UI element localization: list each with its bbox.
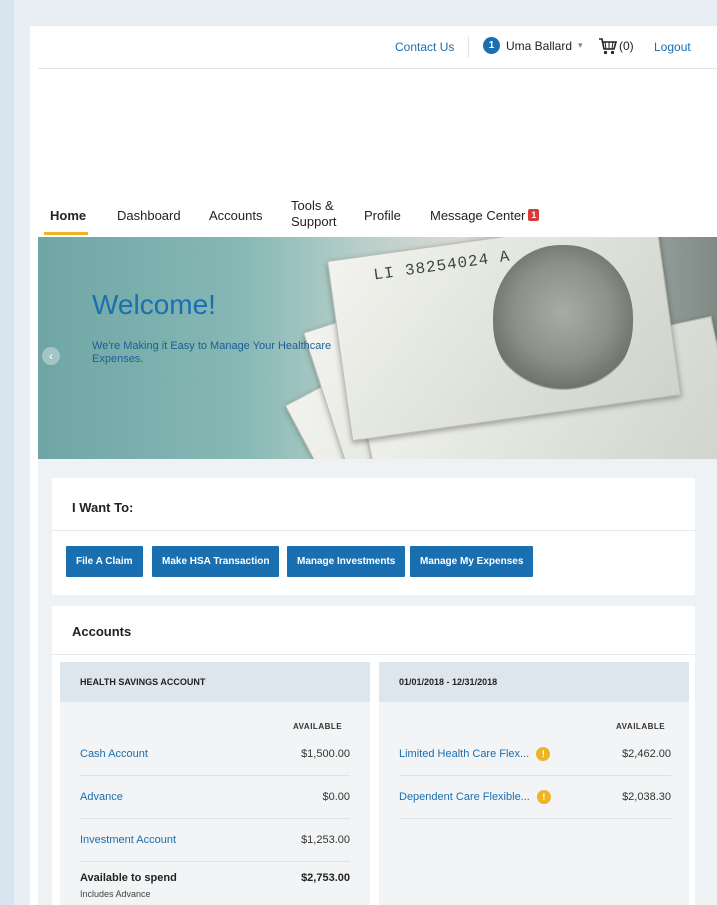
main-nav: Home Dashboard Accounts Tools & Support … [44,198,704,238]
fsa-card: 01/01/2018 - 12/31/2018 AVAILABLE Limite… [379,662,689,905]
active-tab-indicator [44,232,88,235]
tab-accounts[interactable]: Accounts [209,208,262,223]
fsa-card-header: 01/01/2018 - 12/31/2018 [379,662,689,702]
advance-link[interactable]: Advance [80,791,123,803]
account-row: Investment Account $1,253.00 [80,818,350,862]
hero-tagline: We're Making it Easy to Manage Your Heal… [92,340,332,365]
tab-support-label: Support [291,214,337,229]
account-row: Advance $0.00 [80,775,350,819]
make-hsa-transaction-button[interactable]: Make HSA Transaction [152,546,280,577]
available-to-spend-row: Available to spend $2,753.00 [80,872,350,884]
banknote-portrait [493,245,633,395]
carousel-prev-icon[interactable]: ‹ [42,347,60,365]
chevron-down-icon: ▾ [578,40,583,50]
divider [52,654,695,655]
tab-dashboard[interactable]: Dashboard [117,208,181,223]
cash-account-link[interactable]: Cash Account [80,748,148,760]
accounts-panel: Accounts HEALTH SAVINGS ACCOUNT AVAILABL… [52,606,695,905]
dependent-care-flexible-label: Dependent Care Flexible... [399,790,530,803]
hero-banner: LI 38254024 A Welcome! We're Making it E… [38,237,717,459]
panel-title: I Want To: [72,500,134,515]
investment-account-link[interactable]: Investment Account [80,834,176,846]
hero-title: Welcome! [92,289,216,320]
file-claim-button[interactable]: File A Claim [66,546,143,577]
utility-divider [468,36,469,58]
limited-health-care-flex-link[interactable]: Limited Health Care Flex... ! [399,746,551,761]
user-avatar-icon: 1 [483,37,500,54]
tab-tools-label: Tools & [291,198,334,213]
page: Contact Us 1 Uma Ballard ▾ (0) Logout Ho… [30,26,717,905]
tab-message-center-label: Message Center [430,208,526,223]
available-column-header: AVAILABLE [293,722,343,731]
hsa-card-header: HEALTH SAVINGS ACCOUNT [60,662,370,702]
user-menu[interactable]: 1 Uma Ballard ▾ [483,37,583,54]
limited-health-care-flex-amount: $2,462.00 [622,747,671,760]
contact-us-link[interactable]: Contact Us [395,40,454,54]
left-edge-bar [0,0,14,905]
investment-account-amount: $1,253.00 [301,833,350,846]
user-name: Uma Ballard [506,38,573,53]
divider [52,530,695,531]
cart-button[interactable]: (0) [598,37,634,55]
utility-bar: Contact Us 1 Uma Ballard ▾ (0) Logout [38,26,717,69]
tab-home[interactable]: Home [50,208,86,223]
manage-my-expenses-button[interactable]: Manage My Expenses [410,546,534,577]
includes-advance-note: Includes Advance [80,889,151,899]
account-row: Cash Account $1,500.00 [80,732,350,776]
available-to-spend-amount: $2,753.00 [301,872,350,884]
advance-amount: $0.00 [322,790,350,803]
cart-icon [599,38,618,55]
dependent-care-flexible-link[interactable]: Dependent Care Flexible... ! [399,789,551,804]
hsa-card: HEALTH SAVINGS ACCOUNT AVAILABLE Cash Ac… [60,662,370,905]
tab-message-center[interactable]: Message Center 1 [430,208,540,223]
alert-icon[interactable]: ! [536,746,551,761]
account-row: Limited Health Care Flex... ! $2,462.00 [399,732,671,776]
limited-health-care-flex-label: Limited Health Care Flex... [399,747,530,760]
alert-icon[interactable]: ! [536,789,551,804]
account-row: Dependent Care Flexible... ! $2,038.30 [399,775,671,819]
i-want-to-panel: I Want To: File A Claim Make HSA Transac… [52,478,695,595]
tab-profile[interactable]: Profile [364,208,401,223]
available-column-header: AVAILABLE [616,722,666,731]
tab-tools-support[interactable]: Tools & Support [291,198,337,230]
dependent-care-flexible-amount: $2,038.30 [622,790,671,803]
panel-title: Accounts [72,624,132,639]
cash-account-amount: $1,500.00 [301,747,350,760]
cart-count: (0) [619,39,634,53]
available-to-spend-label: Available to spend [80,872,177,884]
message-count-badge: 1 [528,209,540,221]
manage-investments-button[interactable]: Manage Investments [287,546,406,577]
logout-link[interactable]: Logout [654,40,691,54]
